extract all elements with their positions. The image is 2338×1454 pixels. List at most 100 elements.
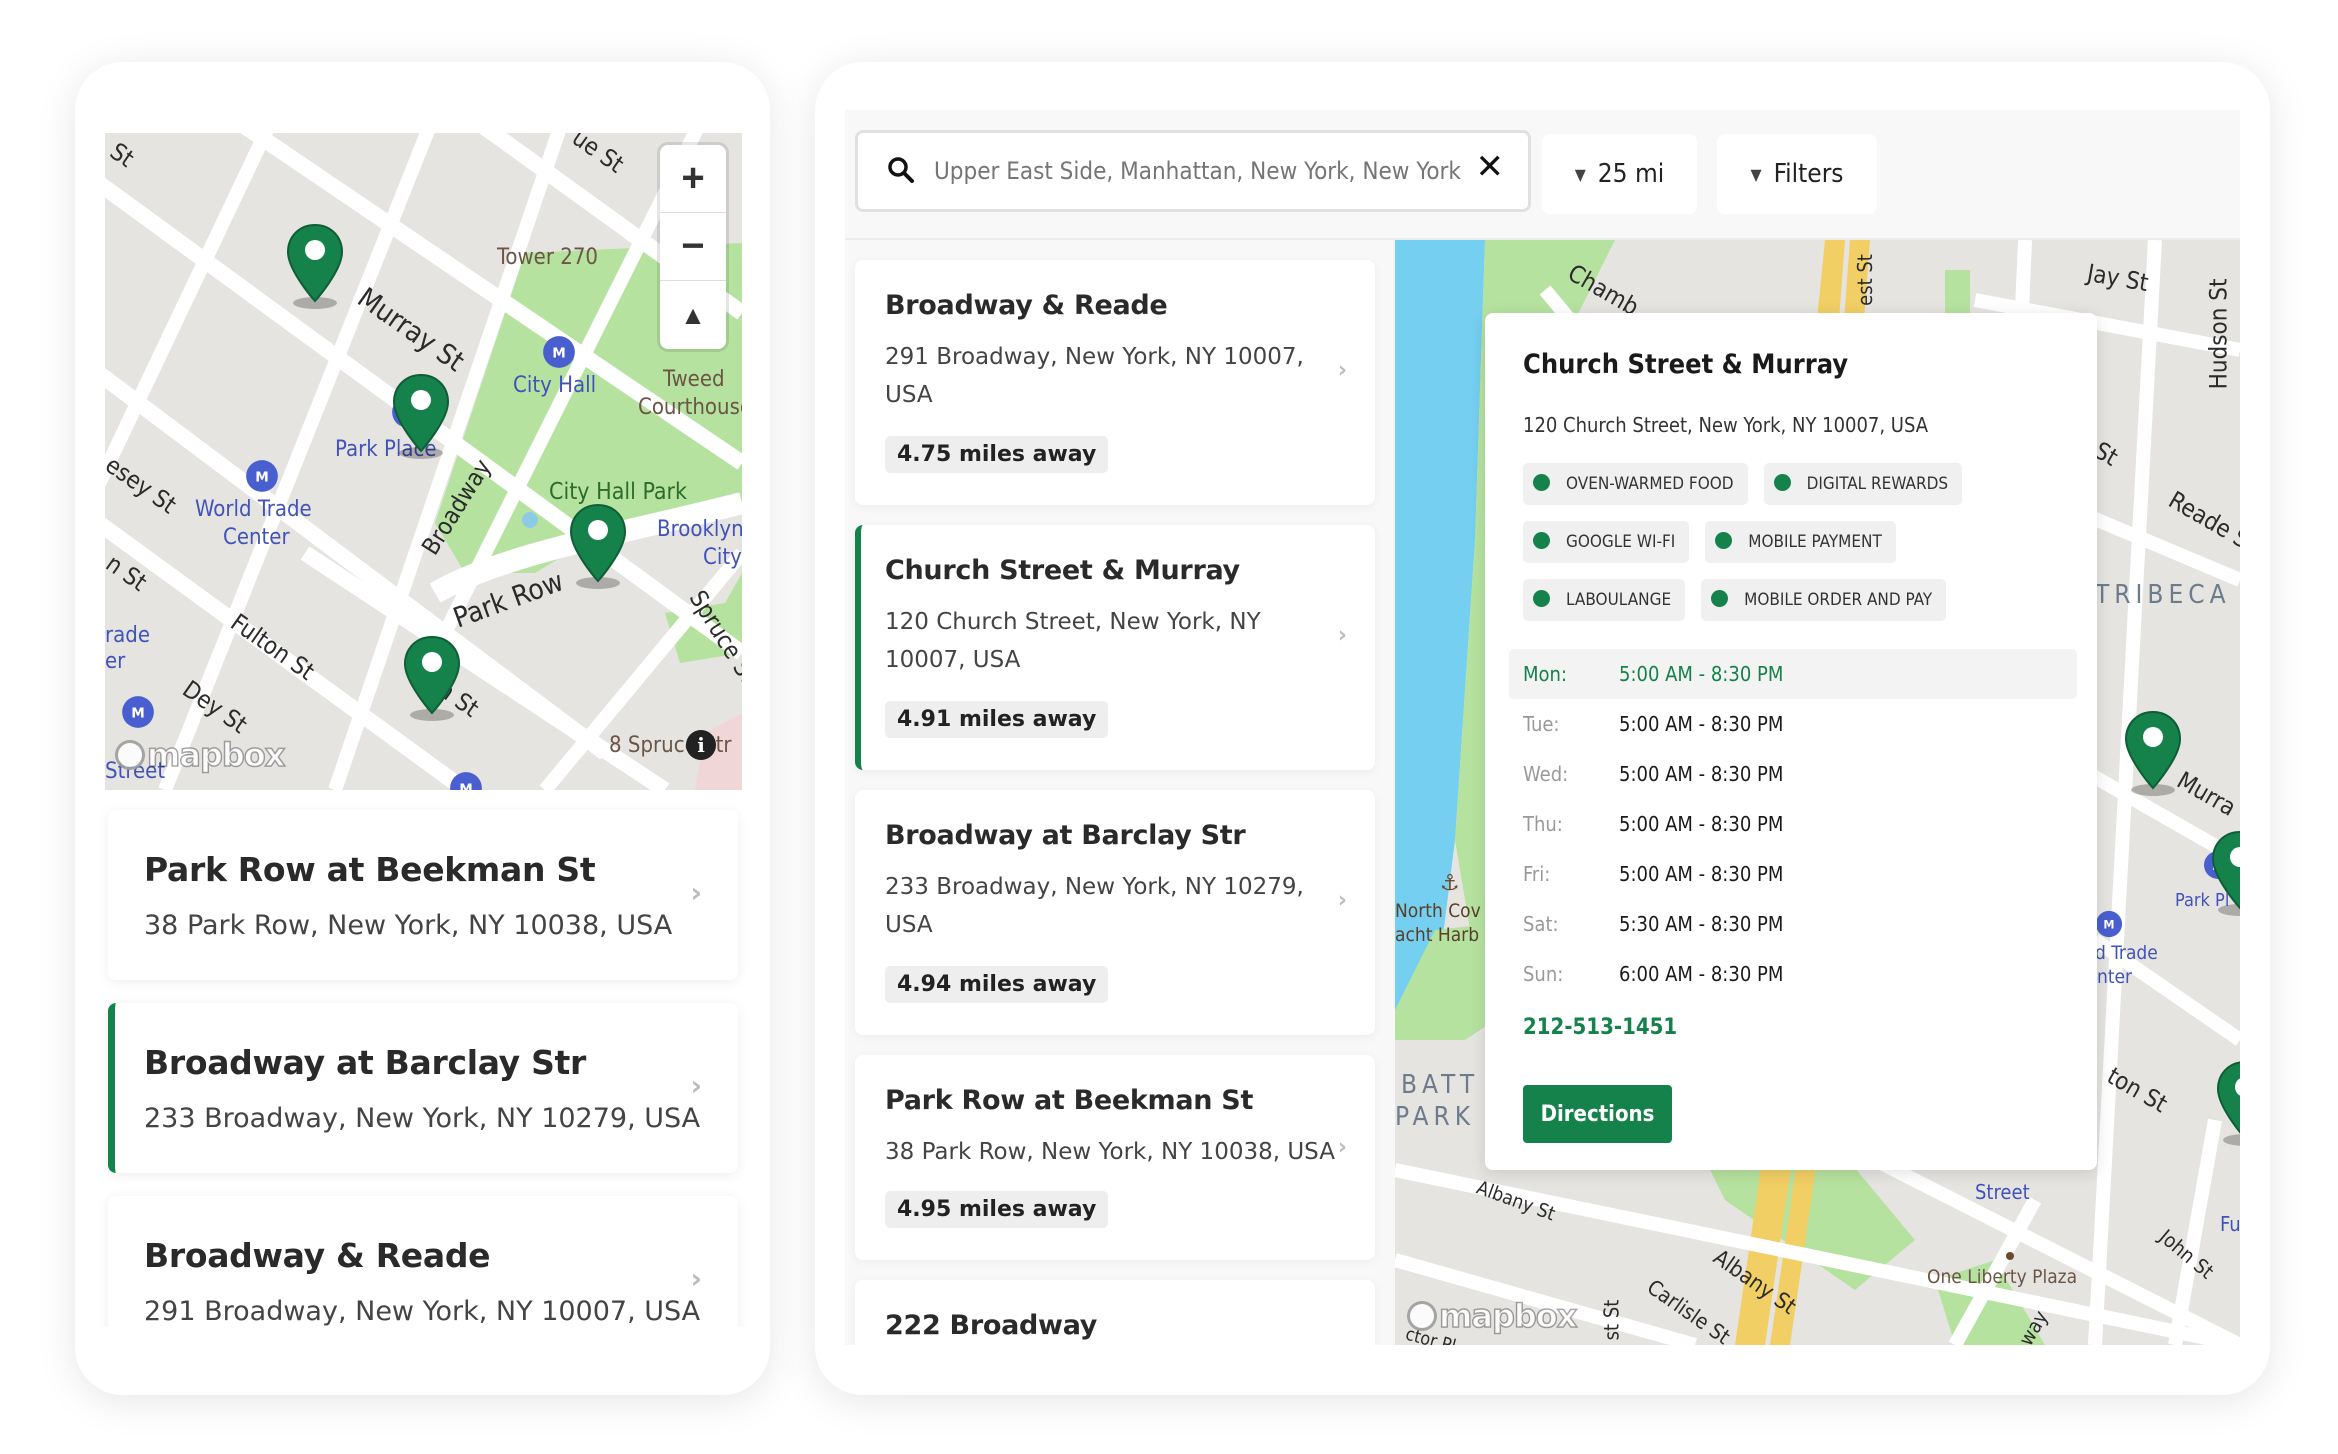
hours-row-tue: Tue: 5:00 AM - 8:30 PM	[1509, 699, 2077, 749]
map-label: City Hall	[513, 373, 597, 398]
zoom-in-button[interactable]: +	[660, 145, 726, 213]
store-map-pin[interactable]	[402, 635, 462, 721]
map-label: TRIBECA	[2095, 580, 2231, 610]
chevron-right-icon: ›	[1337, 623, 1347, 648]
map-label: Center	[223, 525, 290, 550]
map-label: Tower 270	[497, 245, 599, 270]
amenity-tag: OVEN-WARMED FOOD	[1523, 463, 1748, 505]
location-name: Broadway at Barclay Str	[144, 1043, 587, 1082]
subway-icon	[449, 771, 483, 790]
map-label: PARK	[1395, 1102, 1476, 1132]
location-list-item[interactable]: Broadway at Barclay Str 233 Broadway, Ne…	[108, 1003, 738, 1173]
location-name: Broadway & Reade	[885, 290, 1168, 321]
distance-badge: 4.75 miles away	[885, 436, 1109, 473]
map-zoom-controls: + − ▲	[660, 145, 726, 349]
store-map-pin[interactable]	[391, 373, 451, 459]
location-result-card[interactable]: Broadway at Barclay Str 233 Broadway, Ne…	[855, 790, 1375, 1035]
zoom-out-button[interactable]: −	[660, 213, 726, 281]
store-map-pin[interactable]	[285, 223, 345, 309]
amenity-label: DIGITAL REWARDS	[1806, 474, 1949, 494]
store-locator: ✕ ▼ 25 mi ▼ Filters Broadway & Reade 291…	[845, 110, 2240, 1345]
hours-row-fri: Fri: 5:00 AM - 8:30 PM	[1509, 849, 2077, 899]
store-map-desktop[interactable]: Chamb est St Jay St Hudson St St Reade S…	[1395, 240, 2240, 1345]
store-detail-popup: Church Street & Murray 120 Church Street…	[1485, 313, 2097, 1170]
location-result-card[interactable]: Park Row at Beekman St 38 Park Row, New …	[855, 1055, 1375, 1260]
hours-row-sun: Sun: 6:00 AM - 8:30 PM	[1509, 949, 2077, 999]
store-map-pin[interactable]	[2123, 710, 2183, 796]
anchor-icon: ⚓	[1440, 870, 1460, 895]
directions-button[interactable]: Directions	[1523, 1085, 1672, 1143]
location-result-card[interactable]: Church Street & Murray 120 Church Street…	[855, 525, 1375, 770]
mapbox-logo[interactable]: mapbox	[115, 735, 286, 775]
mapbox-logo[interactable]: mapbox	[1407, 1296, 1578, 1336]
hours-row-sat: Sat: 5:30 AM - 8:30 PM	[1509, 899, 2077, 949]
hours-day: Sat:	[1523, 912, 1559, 936]
desktop-view-card: ✕ ▼ 25 mi ▼ Filters Broadway & Reade 291…	[815, 62, 2270, 1395]
mapbox-wordmark: mapbox	[1438, 1296, 1578, 1336]
map-label: er	[105, 649, 126, 674]
map-label: d Trade	[2095, 942, 2158, 964]
hours-time: 5:00 AM - 8:30 PM	[1619, 662, 1784, 686]
radius-dropdown[interactable]: ▼ 25 mi	[1542, 134, 1697, 214]
compass-reset-button[interactable]: ▲	[660, 281, 726, 349]
chevron-right-icon: ›	[1337, 1135, 1347, 1160]
map-label: Brooklyn	[657, 517, 742, 542]
location-name: 222 Broadway	[885, 1310, 1098, 1341]
map-label: World Trade	[195, 497, 312, 522]
map-label: est St	[1852, 254, 1877, 306]
map-info-button[interactable]: i	[686, 730, 716, 760]
location-result-card[interactable]: 222 Broadway	[855, 1280, 1375, 1345]
chevron-down-icon: ▼	[1574, 164, 1586, 184]
store-map-mobile[interactable]: St ue St Tower 270 Murray St City Hall T…	[105, 133, 742, 790]
amenity-tag: LABOULANGE	[1523, 579, 1686, 621]
amenity-tags: OVEN-WARMED FOOD DIGITAL REWARDS GOOGLE …	[1523, 463, 2043, 621]
location-list-item[interactable]: Park Row at Beekman St 38 Park Row, New …	[108, 810, 738, 980]
filters-label: Filters	[1773, 159, 1844, 189]
hours-day: Tue:	[1523, 712, 1560, 736]
hours-day: Sun:	[1523, 962, 1564, 986]
location-name: Church Street & Murray	[885, 555, 1240, 586]
subway-icon	[245, 459, 279, 493]
clear-search-icon[interactable]: ✕	[1476, 147, 1505, 187]
subway-icon	[2095, 910, 2123, 938]
map-label: Hudson St	[2204, 278, 2233, 390]
hours-time: 5:30 AM - 8:30 PM	[1619, 912, 1784, 936]
location-name: Park Row at Beekman St	[885, 1085, 1254, 1116]
phone-link[interactable]: 212-513-1451	[1523, 1015, 1677, 1040]
amenity-tag: GOOGLE WI-FI	[1523, 521, 1690, 563]
hours-time: 5:00 AM - 8:30 PM	[1619, 762, 1784, 786]
amenity-dot-icon	[1533, 589, 1550, 607]
amenity-tag: DIGITAL REWARDS	[1763, 463, 1963, 505]
radius-label: 25 mi	[1597, 159, 1665, 189]
amenity-label: MOBILE PAYMENT	[1748, 532, 1882, 552]
map-label: Courthouse	[638, 395, 742, 420]
filters-dropdown[interactable]: ▼ Filters	[1717, 134, 1877, 214]
store-map-pin[interactable]	[568, 503, 628, 589]
map-label: acht Harb	[1395, 924, 1480, 946]
distance-badge: 4.91 miles away	[885, 701, 1109, 738]
distance-badge: 4.94 miles away	[885, 966, 1109, 1003]
amenity-label: MOBILE ORDER AND PAY	[1744, 590, 1933, 610]
amenity-label: OVEN-WARMED FOOD	[1566, 474, 1734, 494]
location-name: Broadway & Reade	[144, 1236, 491, 1275]
map-label: Tweed	[663, 367, 725, 392]
opening-hours: Mon: 5:00 AM - 8:30 PM Tue: 5:00 AM - 8:30…	[1509, 649, 2077, 999]
map-label: st St	[1599, 1299, 1624, 1341]
map-label: City	[703, 545, 742, 570]
hours-time: 5:00 AM - 8:30 PM	[1619, 812, 1784, 836]
location-search-input[interactable]	[934, 151, 1474, 191]
store-map-pin[interactable]	[2215, 1060, 2240, 1146]
chevron-right-icon: ›	[690, 1069, 702, 1102]
hours-row-wed: Wed: 5:00 AM - 8:30 PM	[1509, 749, 2077, 799]
mapbox-logo-icon	[115, 740, 145, 770]
map-label: Fu	[2220, 1212, 2240, 1236]
map-label: Park Pl	[2175, 890, 2230, 911]
map-label: Street	[1975, 1180, 2030, 1204]
location-results-list[interactable]: Broadway & Reade 291 Broadway, New York,…	[845, 240, 1395, 1345]
map-label: One Liberty Plaza	[1927, 1266, 2078, 1288]
location-result-card[interactable]: Broadway & Reade 291 Broadway, New York,…	[855, 260, 1375, 505]
chevron-down-icon: ▼	[1750, 164, 1762, 184]
popup-store-name: Church Street & Murray	[1523, 349, 1849, 380]
location-address: 38 Park Row, New York, NY 10038, USA	[885, 1139, 1335, 1165]
hours-row-mon: Mon: 5:00 AM - 8:30 PM	[1509, 649, 2077, 699]
